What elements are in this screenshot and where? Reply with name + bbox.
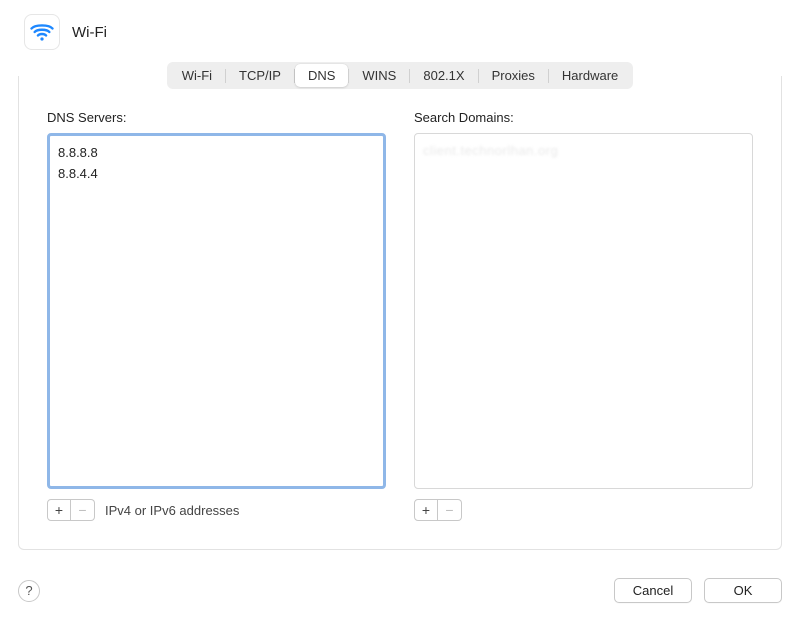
footer: ? Cancel OK (18, 578, 782, 603)
page-title: Wi-Fi (72, 24, 107, 41)
minus-icon: − (78, 502, 86, 518)
plus-icon: + (55, 502, 63, 518)
wifi-app-icon (24, 14, 60, 50)
plus-icon: + (422, 502, 430, 518)
ok-button[interactable]: OK (704, 578, 782, 603)
search-remove-button[interactable]: − (438, 499, 462, 521)
dns-servers-list[interactable]: 8.8.8.8 8.8.4.4 (47, 133, 386, 489)
columns: DNS Servers: 8.8.8.8 8.8.4.4 + − IPv4 or… (47, 110, 753, 521)
dns-column: DNS Servers: 8.8.8.8 8.8.4.4 + − IPv4 or… (47, 110, 386, 521)
search-domains-label: Search Domains: (414, 110, 753, 125)
help-button[interactable]: ? (18, 580, 40, 602)
search-controls-row: + − (414, 499, 753, 521)
dns-server-item[interactable]: 8.8.4.4 (58, 163, 375, 184)
help-icon: ? (25, 583, 32, 598)
search-domain-item[interactable]: client.technorlhan.org (423, 140, 744, 161)
dns-remove-button[interactable]: − (71, 499, 95, 521)
minus-icon: − (445, 502, 453, 518)
search-domains-list[interactable]: client.technorlhan.org (414, 133, 753, 489)
dns-server-item[interactable]: 8.8.8.8 (58, 142, 375, 163)
dns-servers-label: DNS Servers: (47, 110, 386, 125)
header: Wi-Fi (0, 0, 800, 56)
wifi-icon (28, 18, 56, 46)
search-domains-column: Search Domains: client.technorlhan.org +… (414, 110, 753, 521)
dns-add-button[interactable]: + (47, 499, 71, 521)
search-add-remove-group: + − (414, 499, 462, 521)
dns-add-remove-group: + − (47, 499, 95, 521)
search-add-button[interactable]: + (414, 499, 438, 521)
dns-controls-row: + − IPv4 or IPv6 addresses (47, 499, 386, 521)
cancel-button[interactable]: Cancel (614, 578, 692, 603)
content-panel: DNS Servers: 8.8.8.8 8.8.4.4 + − IPv4 or… (18, 76, 782, 550)
dns-hint: IPv4 or IPv6 addresses (105, 503, 239, 518)
